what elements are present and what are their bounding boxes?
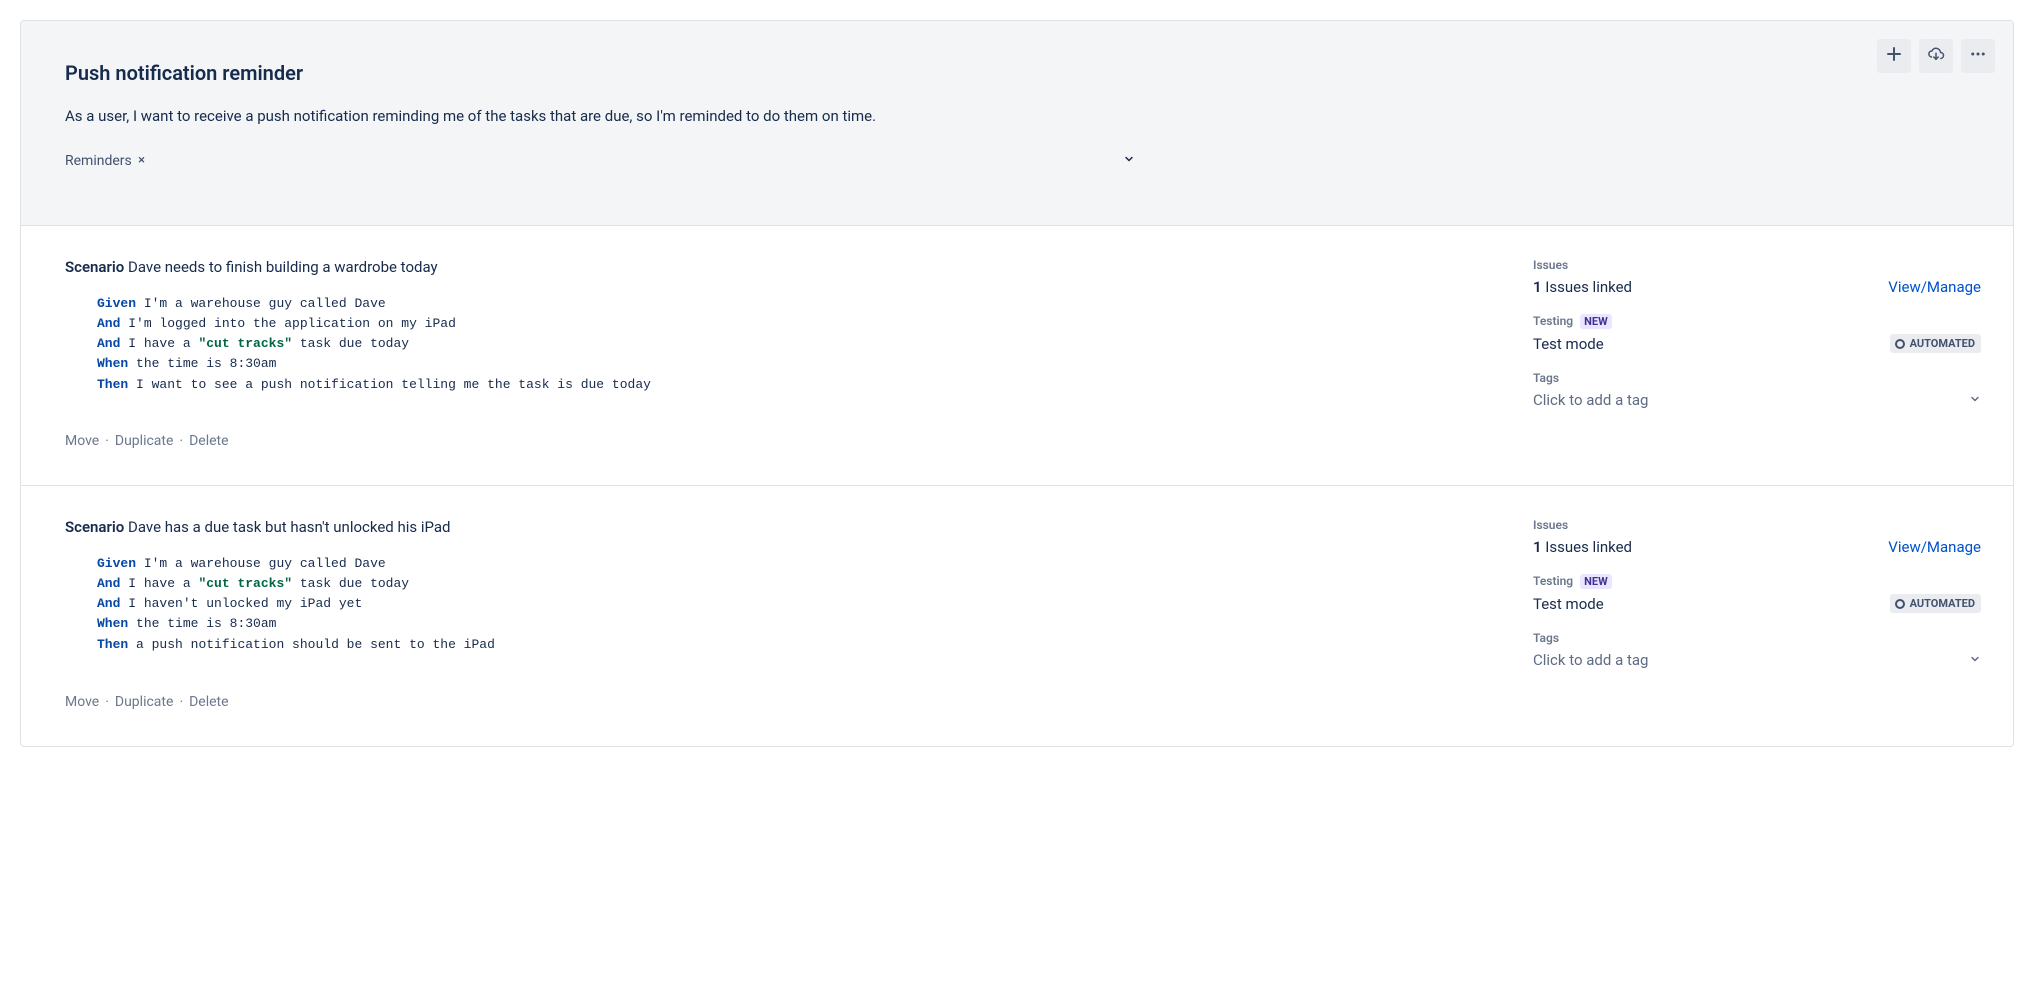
scenario-block: Scenario Dave has a due task but hasn't … — [21, 486, 2013, 746]
duplicate-action[interactable]: Duplicate — [115, 433, 174, 449]
tags-heading: Tags — [1533, 371, 1981, 385]
issues-linked-text: 1 Issues linked — [1533, 278, 1632, 296]
scenario-main: Scenario Dave has a due task but hasn't … — [21, 486, 1533, 746]
issues-heading: Issues — [1533, 258, 1981, 272]
plus-icon — [1886, 46, 1902, 66]
feature-tag-label: Reminders — [65, 153, 132, 169]
scenario-block: Scenario Dave needs to finish building a… — [21, 226, 2013, 486]
view-manage-link[interactable]: View/Manage — [1888, 278, 1981, 296]
scenarios-list: Scenario Dave needs to finish building a… — [21, 226, 2013, 746]
gherkin-steps[interactable]: Given I'm a warehouse guy called Dave An… — [65, 554, 1489, 655]
more-horizontal-icon — [1969, 45, 1987, 67]
issues-linked-text: 1 Issues linked — [1533, 538, 1632, 556]
automated-badge[interactable]: AUTOMATED — [1890, 594, 1981, 613]
more-button[interactable] — [1961, 39, 1995, 73]
new-badge: NEW — [1580, 574, 1612, 589]
header-actions — [1877, 39, 1995, 73]
feature-header: Push notification reminder As a user, I … — [21, 21, 2013, 226]
issues-row: 1 Issues linked View/Manage — [1533, 538, 1981, 556]
add-tag-row[interactable]: Click to add a tag — [1533, 651, 1981, 669]
tag-placeholder-text: Click to add a tag — [1533, 651, 1648, 669]
scenario-title[interactable]: Scenario Dave needs to finish building a… — [65, 258, 1489, 276]
download-button[interactable] — [1919, 39, 1953, 73]
gherkin-steps[interactable]: Given I'm a warehouse guy called Dave An… — [65, 294, 1489, 395]
delete-action[interactable]: Delete — [189, 694, 228, 710]
feature-tag-chip[interactable]: Reminders ✕ — [65, 153, 145, 169]
test-mode-row: Test mode AUTOMATED — [1533, 334, 1981, 353]
tags-heading: Tags — [1533, 631, 1981, 645]
test-mode-label: Test mode — [1533, 335, 1604, 353]
circle-icon — [1895, 599, 1905, 609]
circle-icon — [1895, 339, 1905, 349]
issues-heading: Issues — [1533, 518, 1981, 532]
testing-heading: Testing NEW — [1533, 314, 1981, 328]
cloud-download-icon — [1927, 45, 1945, 67]
view-manage-link[interactable]: View/Manage — [1888, 538, 1981, 556]
move-action[interactable]: Move — [65, 433, 99, 449]
new-badge: NEW — [1580, 314, 1612, 329]
test-mode-row: Test mode AUTOMATED — [1533, 594, 1981, 613]
scenario-main: Scenario Dave needs to finish building a… — [21, 226, 1533, 485]
move-action[interactable]: Move — [65, 694, 99, 710]
feature-title: Push notification reminder — [65, 61, 1969, 85]
chevron-down-icon — [1123, 153, 1135, 165]
tags-dropdown-toggle[interactable] — [1969, 391, 1981, 409]
tags-dropdown-toggle[interactable] — [1969, 651, 1981, 669]
feature-description: As a user, I want to receive a push noti… — [65, 107, 1969, 125]
scenario-actions: Move·Duplicate·Delete — [65, 433, 1489, 449]
close-icon[interactable]: ✕ — [138, 156, 146, 166]
add-button[interactable] — [1877, 39, 1911, 73]
tag-placeholder-text: Click to add a tag — [1533, 391, 1648, 409]
scenario-title[interactable]: Scenario Dave has a due task but hasn't … — [65, 518, 1489, 536]
scenario-sidebar: Issues 1 Issues linked View/Manage Testing … — [1533, 226, 2013, 485]
tags-dropdown-toggle[interactable] — [1123, 153, 1135, 169]
testing-heading: Testing NEW — [1533, 574, 1981, 588]
feature-card: Push notification reminder As a user, I … — [20, 20, 2014, 747]
test-mode-label: Test mode — [1533, 595, 1604, 613]
chevron-down-icon — [1969, 393, 1981, 405]
delete-action[interactable]: Delete — [189, 433, 228, 449]
chevron-down-icon — [1969, 653, 1981, 665]
issues-row: 1 Issues linked View/Manage — [1533, 278, 1981, 296]
duplicate-action[interactable]: Duplicate — [115, 694, 174, 710]
automated-badge[interactable]: AUTOMATED — [1890, 334, 1981, 353]
add-tag-row[interactable]: Click to add a tag — [1533, 391, 1981, 409]
scenario-actions: Move·Duplicate·Delete — [65, 694, 1489, 710]
scenario-sidebar: Issues 1 Issues linked View/Manage Testing … — [1533, 486, 2013, 746]
